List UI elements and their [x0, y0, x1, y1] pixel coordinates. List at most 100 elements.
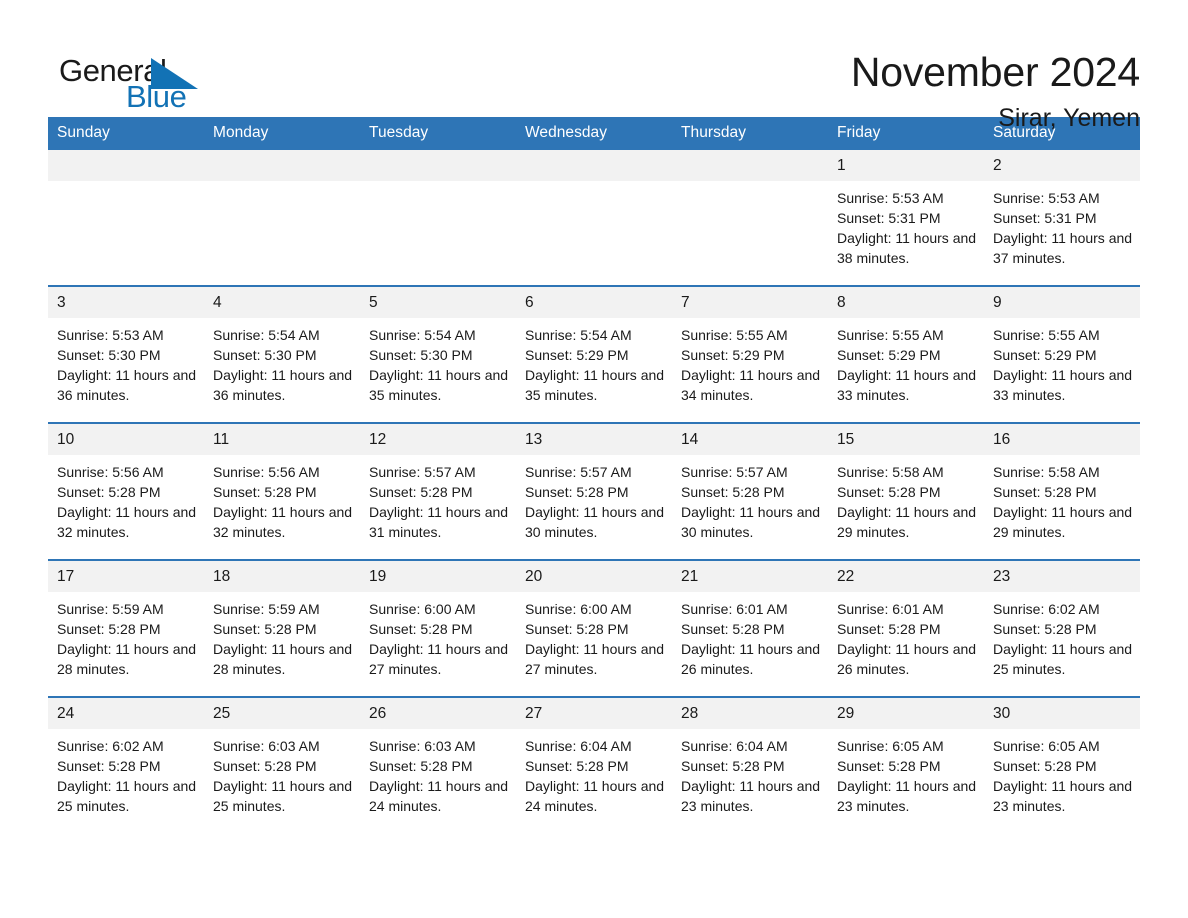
sunset-text: Sunset: 5:30 PM: [57, 347, 161, 363]
calendar-day-cell[interactable]: 6 Sunrise: 5:54 AM Sunset: 5:29 PM Daylight…: [516, 285, 672, 423]
day-details: Sunrise: 5:54 AM Sunset: 5:30 PM Daylight:…: [204, 318, 360, 405]
day-details: Sunrise: 5:56 AM Sunset: 5:28 PM Daylight:…: [204, 455, 360, 542]
calendar-day-cell[interactable]: 17 Sunrise: 5:59 AM Sunset: 5:28 PM Dayligh…: [48, 559, 204, 697]
day-cell-inner: 13 Sunrise: 5:57 AM Sunset: 5:28 PM Dayligh…: [516, 424, 672, 559]
calendar-day-cell-empty: [516, 150, 672, 286]
calendar-body: 1 Sunrise: 5:53 AM Sunset: 5:31 PM Daylight…: [48, 150, 1140, 833]
calendar-day-cell[interactable]: 15 Sunrise: 5:58 AM Sunset: 5:28 PM Dayligh…: [828, 422, 984, 560]
day-cell-inner: 22 Sunrise: 6:01 AM Sunset: 5:28 PM Dayligh…: [828, 561, 984, 696]
day-number: 4: [204, 287, 360, 318]
calendar-day-cell[interactable]: 7 Sunrise: 5:55 AM Sunset: 5:29 PM Daylight…: [672, 285, 828, 423]
daylight-text: Daylight: 11 hours and 32 minutes.: [213, 504, 353, 540]
day-number: [204, 150, 360, 181]
day-number: 25: [204, 698, 360, 729]
calendar-day-cell[interactable]: 21 Sunrise: 6:01 AM Sunset: 5:28 PM Dayligh…: [672, 559, 828, 697]
day-details: Sunrise: 5:57 AM Sunset: 5:28 PM Daylight:…: [516, 455, 672, 542]
sunset-text: Sunset: 5:28 PM: [369, 621, 473, 637]
sunrise-text: Sunrise: 5:59 AM: [57, 601, 164, 617]
sunrise-text: Sunrise: 6:05 AM: [993, 738, 1100, 754]
day-details: Sunrise: 6:02 AM Sunset: 5:28 PM Daylight:…: [48, 729, 204, 816]
calendar-day-cell[interactable]: 18 Sunrise: 5:59 AM Sunset: 5:28 PM Dayligh…: [204, 559, 360, 697]
calendar-day-cell[interactable]: 23 Sunrise: 6:02 AM Sunset: 5:28 PM Dayligh…: [984, 559, 1140, 697]
calendar-day-cell[interactable]: 5 Sunrise: 5:54 AM Sunset: 5:30 PM Daylight…: [360, 285, 516, 423]
day-number: 5: [360, 287, 516, 318]
calendar-day-cell[interactable]: 12 Sunrise: 5:57 AM Sunset: 5:28 PM Dayligh…: [360, 422, 516, 560]
daylight-text: Daylight: 11 hours and 24 minutes.: [369, 778, 509, 814]
sunset-text: Sunset: 5:30 PM: [213, 347, 317, 363]
day-details: Sunrise: 5:57 AM Sunset: 5:28 PM Daylight:…: [360, 455, 516, 542]
day-cell-inner: 30 Sunrise: 6:05 AM Sunset: 5:28 PM Dayligh…: [984, 698, 1140, 833]
calendar-day-cell[interactable]: 9 Sunrise: 5:55 AM Sunset: 5:29 PM Daylight…: [984, 285, 1140, 423]
day-number: 18: [204, 561, 360, 592]
calendar-day-cell[interactable]: 13 Sunrise: 5:57 AM Sunset: 5:28 PM Dayligh…: [516, 422, 672, 560]
day-details: Sunrise: 6:02 AM Sunset: 5:28 PM Daylight:…: [984, 592, 1140, 679]
day-details: Sunrise: 6:00 AM Sunset: 5:28 PM Daylight:…: [516, 592, 672, 679]
calendar-day-cell-empty: [204, 150, 360, 286]
sunrise-text: Sunrise: 5:58 AM: [837, 464, 944, 480]
calendar-day-cell[interactable]: 29 Sunrise: 6:05 AM Sunset: 5:28 PM Dayligh…: [828, 696, 984, 833]
calendar-day-cell[interactable]: 2 Sunrise: 5:53 AM Sunset: 5:31 PM Daylight…: [984, 150, 1140, 286]
calendar-day-cell[interactable]: 20 Sunrise: 6:00 AM Sunset: 5:28 PM Dayligh…: [516, 559, 672, 697]
sunrise-text: Sunrise: 5:55 AM: [837, 327, 944, 343]
day-details: Sunrise: 5:59 AM Sunset: 5:28 PM Daylight:…: [204, 592, 360, 679]
general-blue-logo[interactable]: General Blue: [48, 48, 238, 120]
daylight-text: Daylight: 11 hours and 34 minutes.: [681, 367, 821, 403]
day-number: 2: [984, 150, 1140, 181]
calendar-day-cell[interactable]: 28 Sunrise: 6:04 AM Sunset: 5:28 PM Dayligh…: [672, 696, 828, 833]
day-details: Sunrise: 5:58 AM Sunset: 5:28 PM Daylight:…: [984, 455, 1140, 542]
calendar-day-cell[interactable]: 11 Sunrise: 5:56 AM Sunset: 5:28 PM Dayligh…: [204, 422, 360, 560]
calendar-week-row: 24 Sunrise: 6:02 AM Sunset: 5:28 PM Dayligh…: [48, 696, 1140, 833]
logo-text-blue: Blue: [126, 79, 187, 114]
title-block: November 2024 Sirar, Yemen: [851, 48, 1140, 136]
calendar-day-cell[interactable]: 4 Sunrise: 5:54 AM Sunset: 5:30 PM Daylight…: [204, 285, 360, 423]
sunrise-text: Sunrise: 5:57 AM: [369, 464, 476, 480]
calendar-day-cell[interactable]: 25 Sunrise: 6:03 AM Sunset: 5:28 PM Dayligh…: [204, 696, 360, 833]
calendar-day-cell[interactable]: 10 Sunrise: 5:56 AM Sunset: 5:28 PM Dayligh…: [48, 422, 204, 560]
calendar-day-cell[interactable]: 8 Sunrise: 5:55 AM Sunset: 5:29 PM Daylight…: [828, 285, 984, 423]
sunset-text: Sunset: 5:28 PM: [993, 484, 1097, 500]
calendar-day-cell[interactable]: 30 Sunrise: 6:05 AM Sunset: 5:28 PM Dayligh…: [984, 696, 1140, 833]
sunrise-text: Sunrise: 6:05 AM: [837, 738, 944, 754]
day-number: [672, 150, 828, 181]
calendar-day-cell[interactable]: 1 Sunrise: 5:53 AM Sunset: 5:31 PM Daylight…: [828, 150, 984, 286]
sunrise-text: Sunrise: 5:58 AM: [993, 464, 1100, 480]
day-cell-inner: [204, 150, 360, 285]
calendar-day-cell[interactable]: 19 Sunrise: 6:00 AM Sunset: 5:28 PM Dayligh…: [360, 559, 516, 697]
daylight-text: Daylight: 11 hours and 33 minutes.: [837, 367, 977, 403]
calendar-day-cell-empty: [360, 150, 516, 286]
calendar-day-cell[interactable]: 3 Sunrise: 5:53 AM Sunset: 5:30 PM Daylight…: [48, 285, 204, 423]
daylight-text: Daylight: 11 hours and 31 minutes.: [369, 504, 509, 540]
weekday-header-monday: Monday: [204, 117, 360, 150]
day-details: Sunrise: 5:53 AM Sunset: 5:31 PM Daylight:…: [828, 181, 984, 268]
daylight-text: Daylight: 11 hours and 33 minutes.: [993, 367, 1133, 403]
day-number: 24: [48, 698, 204, 729]
day-cell-inner: 3 Sunrise: 5:53 AM Sunset: 5:30 PM Daylight…: [48, 287, 204, 422]
day-number: 15: [828, 424, 984, 455]
day-number: 13: [516, 424, 672, 455]
sunrise-text: Sunrise: 5:57 AM: [525, 464, 632, 480]
day-number: 22: [828, 561, 984, 592]
calendar-day-cell[interactable]: 24 Sunrise: 6:02 AM Sunset: 5:28 PM Dayligh…: [48, 696, 204, 833]
calendar-day-cell[interactable]: 27 Sunrise: 6:04 AM Sunset: 5:28 PM Dayligh…: [516, 696, 672, 833]
sunrise-text: Sunrise: 6:04 AM: [525, 738, 632, 754]
daylight-text: Daylight: 11 hours and 38 minutes.: [837, 230, 977, 266]
day-cell-inner: 6 Sunrise: 5:54 AM Sunset: 5:29 PM Daylight…: [516, 287, 672, 422]
day-number: 26: [360, 698, 516, 729]
day-number: 12: [360, 424, 516, 455]
daylight-text: Daylight: 11 hours and 27 minutes.: [369, 641, 509, 677]
sunset-text: Sunset: 5:30 PM: [369, 347, 473, 363]
day-number: 27: [516, 698, 672, 729]
daylight-text: Daylight: 11 hours and 35 minutes.: [525, 367, 665, 403]
calendar-day-cell[interactable]: 14 Sunrise: 5:57 AM Sunset: 5:28 PM Dayligh…: [672, 422, 828, 560]
day-cell-inner: 29 Sunrise: 6:05 AM Sunset: 5:28 PM Dayligh…: [828, 698, 984, 833]
sunset-text: Sunset: 5:28 PM: [837, 621, 941, 637]
daylight-text: Daylight: 11 hours and 23 minutes.: [681, 778, 821, 814]
day-number: 20: [516, 561, 672, 592]
sunset-text: Sunset: 5:29 PM: [525, 347, 629, 363]
calendar-day-cell[interactable]: 16 Sunrise: 5:58 AM Sunset: 5:28 PM Dayligh…: [984, 422, 1140, 560]
calendar-day-cell[interactable]: 26 Sunrise: 6:03 AM Sunset: 5:28 PM Dayligh…: [360, 696, 516, 833]
day-cell-inner: 7 Sunrise: 5:55 AM Sunset: 5:29 PM Daylight…: [672, 287, 828, 422]
day-cell-inner: 28 Sunrise: 6:04 AM Sunset: 5:28 PM Dayligh…: [672, 698, 828, 833]
calendar-day-cell[interactable]: 22 Sunrise: 6:01 AM Sunset: 5:28 PM Dayligh…: [828, 559, 984, 697]
sunrise-text: Sunrise: 5:53 AM: [57, 327, 164, 343]
